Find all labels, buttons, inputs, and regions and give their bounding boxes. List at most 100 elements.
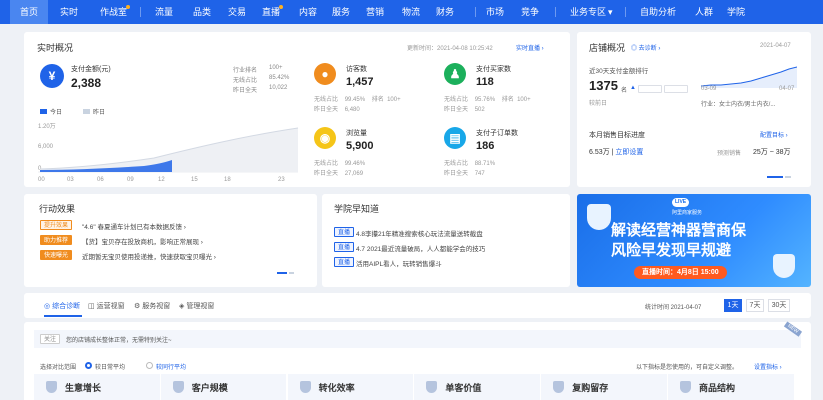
nav-item-9[interactable]: 营销: [366, 0, 384, 24]
up-icon: ▲: [630, 85, 636, 91]
legend-yesterday: 昨日: [93, 110, 106, 116]
nav-item-7[interactable]: 内容: [299, 0, 317, 24]
notice-tag: 关注: [40, 334, 61, 344]
shield-icon: [46, 381, 57, 393]
pay-amount-label: 支付金额(元): [71, 66, 111, 73]
legend-today-swatch: [40, 109, 47, 114]
yen-icon: ¥: [40, 64, 64, 88]
top-navigation: 首页 实时 作战室 流量 品类 交易 直播 内容 服务 营销 物流 财务 市场 竞争 业务专区 ▾ 自助分析 人群…: [0, 0, 823, 24]
x-tick: 09: [127, 177, 134, 182]
period-button-0[interactable]: 1天: [724, 299, 742, 312]
nav-item-3[interactable]: 流量: [155, 0, 173, 24]
nav-item-1[interactable]: 实时: [60, 0, 78, 24]
academy-item[interactable]: 4.8李攥21年精准搜索核心玩法流量送转截盘: [356, 228, 483, 238]
radio-daily[interactable]: [85, 362, 92, 369]
metric-card-4[interactable]: 复购留存: [541, 374, 667, 400]
nav-item-16[interactable]: 人群: [695, 0, 713, 24]
nav-item-15[interactable]: 自助分析: [640, 0, 676, 24]
brand-label: 阿里商家服务: [672, 210, 703, 216]
y-tick: 1.20万: [38, 123, 56, 130]
orders-yesterday: 昨日全天 747: [444, 171, 485, 177]
views-value: 5,900: [346, 140, 374, 152]
rank-value: 1375: [589, 78, 618, 93]
nav-item-10[interactable]: 物流: [402, 0, 420, 24]
live-tag: 直播: [334, 227, 355, 237]
academy-item[interactable]: 4.7 2021最近流量破局，人人都能学会的技巧: [356, 243, 485, 253]
shop-title: 店铺概况: [589, 43, 626, 53]
nav-item-14[interactable]: 业务专区 ▾: [570, 0, 613, 24]
metric-card-1[interactable]: 客户规模: [160, 374, 287, 400]
nav-item-2[interactable]: 作战室: [100, 0, 131, 24]
pager-dots[interactable]: [767, 176, 783, 178]
orders-value: 186: [476, 140, 495, 152]
nav-item-5[interactable]: 交易: [228, 0, 246, 24]
settings-link[interactable]: 设置指标 ›: [754, 362, 782, 371]
action-item[interactable]: 【货】宝贝存在投放商机，影响正常展现 ›: [82, 236, 203, 246]
banner-cta[interactable]: 直播时间：4月8日 15:00: [634, 266, 727, 279]
set-link[interactable]: 立即设置: [615, 149, 643, 156]
x-tick: 12: [158, 177, 165, 182]
notification-dot: [279, 5, 284, 9]
academy-item[interactable]: 活用AIPL看人，玩转销售爆斗: [356, 258, 442, 268]
x-start: 03-09: [701, 86, 717, 92]
promo-banner[interactable]: LIVE 阿里商家服务 解读经营神器营商保 风险早发现早规避 直播时间：4月8日…: [577, 194, 811, 287]
amount-value: 6.53万 | 立即设置: [589, 149, 644, 156]
target-link[interactable]: 配置目标 ›: [760, 130, 788, 139]
action-tag: 助力推荐: [40, 235, 73, 245]
metric-label: 转化效率: [318, 382, 355, 393]
diagnosis-tab-1[interactable]: ◫ 运营视窗: [88, 301, 125, 311]
nav-item-6[interactable]: 直播: [262, 0, 284, 24]
academy-title: 学院早知道: [334, 204, 380, 214]
shield-icon: [773, 254, 795, 278]
metric-card-3[interactable]: 单客价值: [414, 374, 540, 400]
footprint-icon: ●: [314, 63, 336, 85]
rank-trend-chart: [701, 66, 797, 88]
tab-label: 服务视窗: [142, 303, 171, 310]
metric-label: 单客价值: [445, 382, 482, 393]
pay-industry-rank: 行业排名 100+: [233, 65, 283, 74]
nav-item-8[interactable]: 服务: [332, 0, 350, 24]
compare-label: 选择对比范围: [40, 365, 77, 371]
radio-peer-label[interactable]: 较同行平均: [156, 362, 186, 371]
diagnosis-tab-2[interactable]: ⚙ 服务视窗: [134, 301, 170, 311]
rank-label: 近30天支付金额排行: [589, 68, 649, 75]
shield-icon: [680, 381, 691, 393]
action-item[interactable]: "4.6" 春夏通车计划已有本数据反馈 ›: [82, 221, 186, 231]
action-item[interactable]: 近期暂无宝贝使用投递推，快速获取宝贝曝光 ›: [82, 251, 216, 261]
nav-item-11[interactable]: 财务: [436, 0, 454, 24]
banner-line2: 风险早发现早规避: [611, 242, 732, 259]
rank-change-box: [638, 85, 662, 93]
target-title: 本月销售目标进度: [589, 132, 645, 139]
diagnose-link[interactable]: ◎ 去诊断 ›: [631, 43, 660, 52]
user-icon: ♟: [444, 63, 466, 85]
period-button-2[interactable]: 30天: [768, 299, 790, 312]
metric-card-2[interactable]: 转化效率: [287, 374, 414, 400]
tab-icon: ◈: [179, 303, 185, 310]
orders-label: 支付子订单数: [476, 130, 518, 137]
live-tag: 直播: [334, 242, 355, 252]
period-button-1[interactable]: 7天: [746, 299, 764, 312]
document-icon: ▤: [444, 127, 466, 149]
nav-item-0[interactable]: 首页: [10, 0, 49, 24]
rank-change-box: [664, 85, 688, 93]
nav-separator: [625, 7, 626, 17]
nav-item-4[interactable]: 品类: [193, 0, 211, 24]
shield-icon: [299, 381, 311, 393]
nav-item-12[interactable]: 市场: [486, 0, 504, 24]
nav-item-13[interactable]: 竞争: [521, 0, 539, 24]
pay-wireless-ratio: 无线占比 85.42%: [233, 75, 290, 84]
radio-daily-label[interactable]: 较日常平均: [95, 362, 125, 371]
nav-item-17[interactable]: 学院: [727, 0, 745, 24]
stat-time: 统计时间 2021-04-07: [645, 305, 702, 311]
live-tag: 直播: [334, 257, 355, 267]
diagnosis-tab-0[interactable]: ◎ 综合诊断: [44, 301, 80, 311]
live-badge: LIVE: [672, 198, 690, 207]
metric-card-5[interactable]: 商品结构: [668, 374, 794, 400]
live-link[interactable]: 实时直播 ›: [516, 43, 544, 52]
metric-card-0[interactable]: 生意增长: [34, 374, 160, 400]
orders-ratio: 无线占比 88.71%: [444, 161, 496, 167]
realtime-trend-chart: 1.20万 6,000 0 00 03 06 09 12 15 18 23: [38, 123, 299, 182]
radio-peer[interactable]: [146, 362, 153, 369]
diagnosis-tab-3[interactable]: ◈ 管理视窗: [179, 301, 214, 311]
nav-separator: [140, 7, 141, 17]
